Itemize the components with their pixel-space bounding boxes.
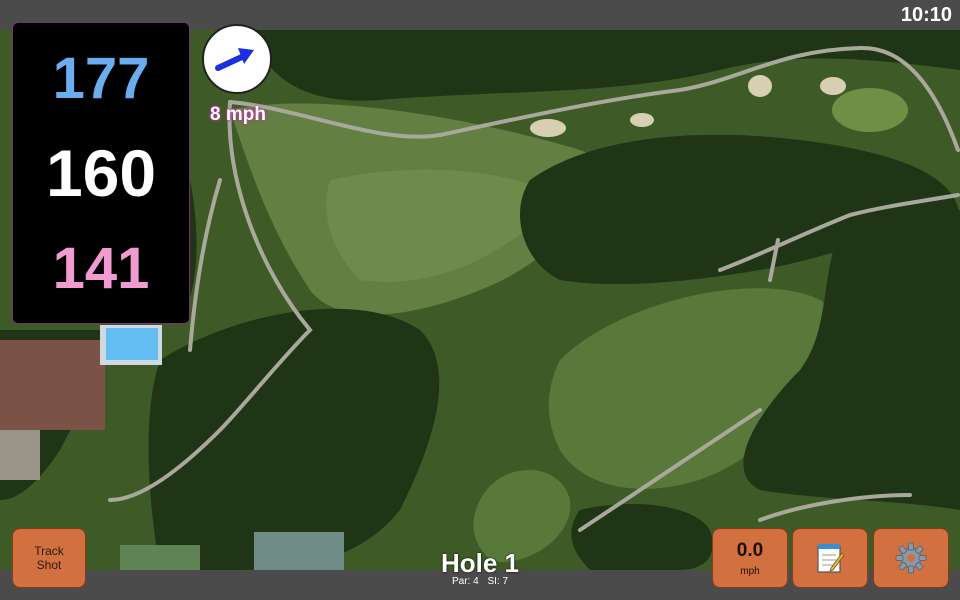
wind-speed: 8 mph [210, 104, 266, 125]
hole-par: Par: 4 [451, 576, 479, 587]
clock: 10:10 [900, 4, 952, 26]
speed-value: 0.0 [736, 539, 764, 561]
hole-details: Par: 4 SI: 7 [380, 576, 580, 587]
hole-stroke-index: SI: 7 [487, 576, 509, 587]
speed-button[interactable]: 0.0 mph [712, 528, 788, 588]
notes-button[interactable] [792, 528, 868, 588]
settings-button[interactable] [873, 528, 949, 588]
wind-arrow-icon [215, 48, 254, 71]
gear-icon [895, 542, 927, 574]
track-shot-label-line2: Shot [36, 558, 62, 572]
distance-panel: 177 160 141 [12, 22, 190, 324]
distance-middle: 160 [45, 136, 157, 210]
distance-front: 141 [52, 236, 150, 301]
track-shot-label-line1: Track [34, 544, 64, 558]
hole-title: Hole 1 [440, 548, 520, 578]
notepad-icon [817, 544, 845, 573]
speed-unit: mph [740, 565, 760, 577]
track-shot-button[interactable]: Track Shot [12, 528, 86, 588]
wind-indicator [202, 24, 272, 94]
distance-back: 177 [52, 46, 150, 111]
